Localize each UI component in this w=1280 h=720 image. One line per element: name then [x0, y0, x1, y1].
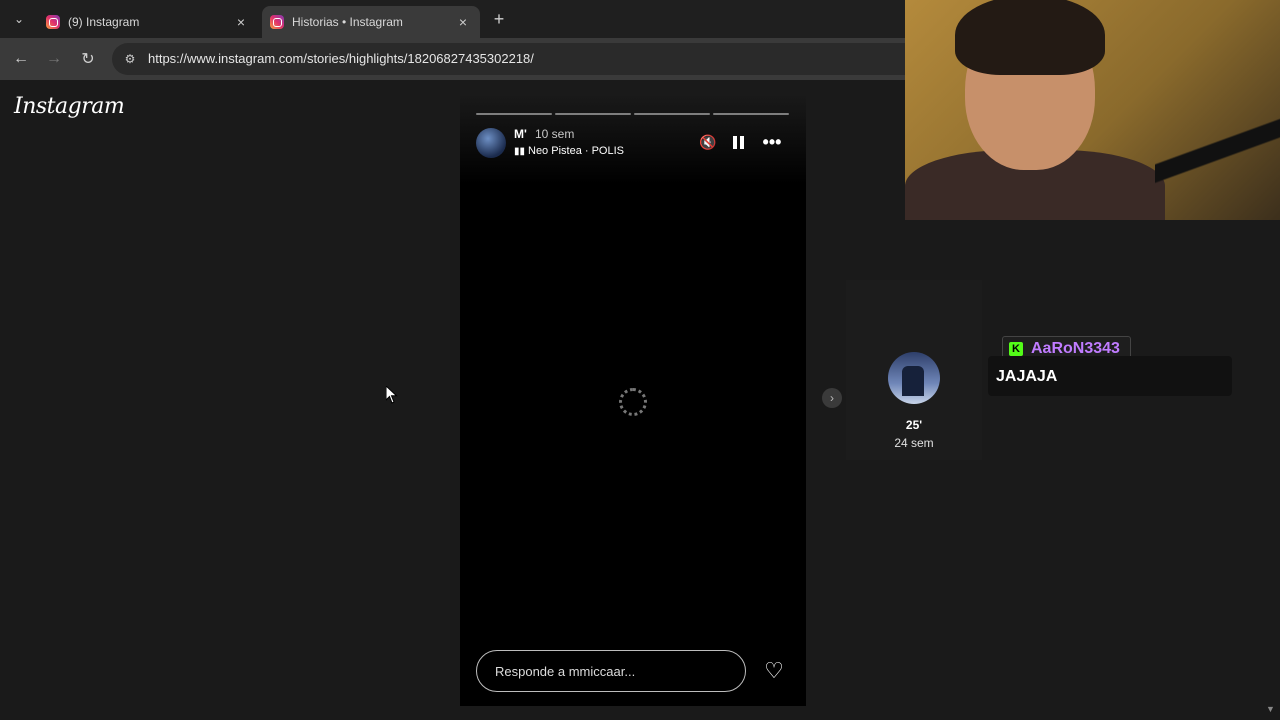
scroll-down-icon[interactable]: ▼ [1266, 704, 1275, 714]
tab-instagram-stories[interactable]: Historias • Instagram × [262, 6, 480, 38]
url-text[interactable]: https://www.instagram.com/stories/highli… [148, 51, 534, 66]
webcam-overlay [905, 0, 1280, 220]
webcam-hair [955, 0, 1105, 75]
loading-spinner-icon [619, 388, 647, 416]
instagram-favicon-icon [46, 15, 60, 29]
reply-input[interactable]: Responde a mmiccaar... [476, 650, 746, 692]
next-highlight-preview[interactable]: 25' 24 sem [846, 280, 982, 460]
story-music-label[interactable]: Neo Pistea · POLIS [528, 145, 624, 157]
close-tab-icon[interactable]: × [232, 13, 250, 31]
more-options-icon[interactable]: ••• [760, 132, 784, 152]
music-icon: ▮▮ [514, 146, 526, 157]
highlight-title: 25' [905, 418, 923, 432]
chat-message: JAJAJA [996, 368, 1058, 385]
microphone-arm [1155, 80, 1280, 220]
progress-segment [634, 113, 710, 115]
highlight-avatar[interactable] [888, 352, 940, 404]
site-settings-icon[interactable]: ⚙ [122, 51, 138, 67]
instagram-logo[interactable]: Instagram [14, 94, 125, 119]
progress-segment [476, 113, 552, 115]
like-heart-icon[interactable]: ♡ [762, 658, 786, 683]
highlight-time: 24 sem [894, 436, 934, 450]
story-header-gradient [460, 94, 806, 184]
kick-logo-icon: K [1009, 342, 1023, 356]
forward-icon[interactable]: → [43, 48, 65, 70]
close-tab-icon[interactable]: × [454, 13, 472, 31]
pause-icon[interactable] [730, 132, 746, 152]
instagram-favicon-icon [270, 15, 284, 29]
reload-icon[interactable]: ↻ [77, 48, 99, 70]
story-progress-bar [476, 113, 789, 115]
chat-message-box: JAJAJA [988, 356, 1232, 396]
new-tab-button[interactable]: + [488, 8, 510, 30]
back-icon[interactable]: ← [10, 48, 32, 70]
tab-title: (9) Instagram [68, 15, 140, 29]
tab-title: Historias • Instagram [292, 15, 403, 29]
tab-instagram-home[interactable]: (9) Instagram × [38, 6, 258, 38]
story-viewer[interactable]: M' 10 sem ▮▮ Neo Pistea · POLIS 🔇 ••• Re… [460, 94, 806, 706]
mouse-cursor-icon [386, 386, 398, 404]
mute-icon[interactable]: 🔇 [698, 132, 718, 152]
next-story-icon[interactable]: › [822, 388, 842, 408]
story-avatar[interactable] [476, 128, 506, 158]
progress-segment [713, 113, 789, 115]
tab-search-icon[interactable]: ⌄ [8, 8, 30, 30]
story-username[interactable]: M' [514, 127, 527, 141]
progress-segment [555, 113, 631, 115]
story-timestamp: 10 sem [535, 127, 575, 141]
